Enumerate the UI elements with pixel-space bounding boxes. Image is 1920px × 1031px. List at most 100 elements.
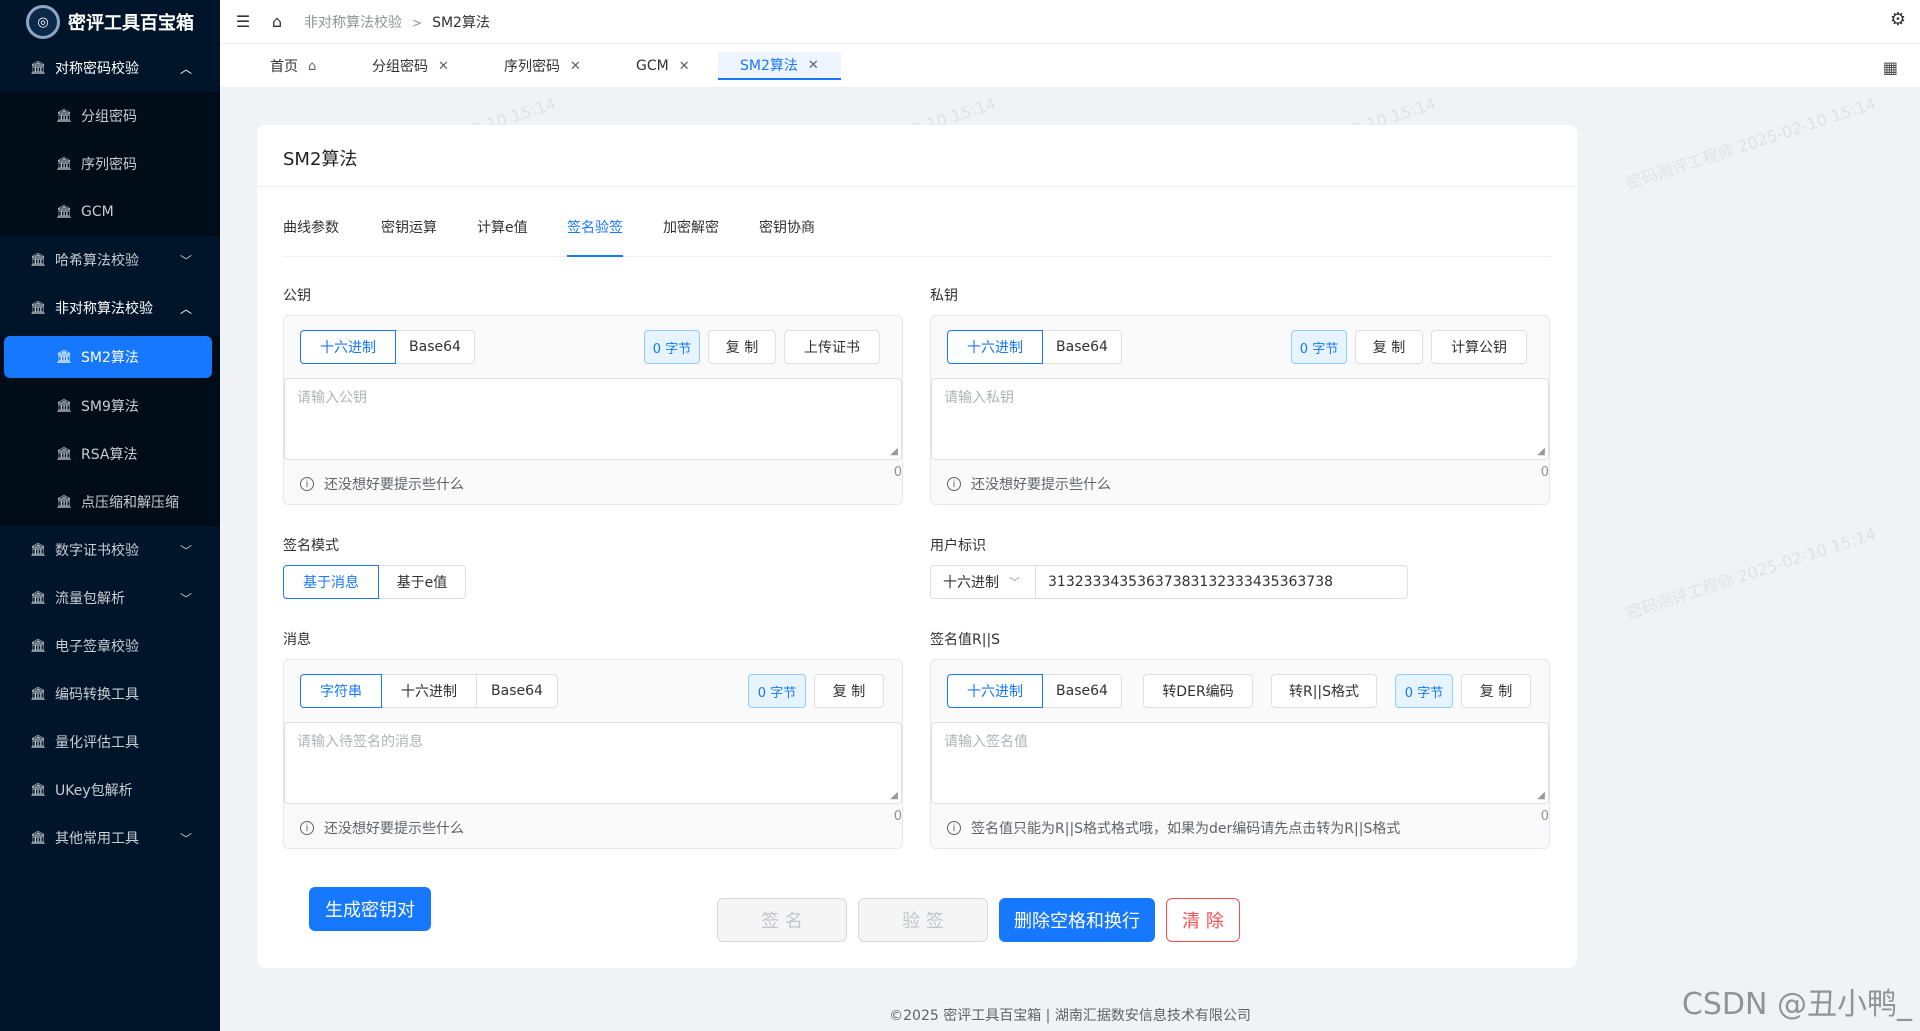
breadcrumb-parent[interactable]: 非对称算法校验	[304, 15, 402, 31]
user-id-input[interactable]: 31323334353637383132333435363738	[1036, 565, 1408, 599]
signature-label: 签名值R||S	[930, 632, 1001, 648]
clear-button[interactable]: 清 除	[1166, 898, 1240, 942]
sign-mode-label: 签名模式	[283, 538, 339, 554]
public-key-input[interactable]: 请输入公钥 ◢	[284, 378, 902, 460]
card-title: SM2算法	[257, 125, 1577, 187]
close-icon[interactable]: ✕	[570, 59, 581, 74]
tab-sign-verify[interactable]: 签名验签	[567, 217, 623, 257]
footer: ©2025 密评工具百宝箱 | 湖南汇据数安信息技术有限公司	[889, 1008, 1251, 1024]
bank-icon: 🏛	[56, 108, 73, 124]
to-der-button[interactable]: 转DER编码	[1143, 674, 1253, 708]
breadcrumb-separator: >	[412, 15, 423, 30]
message-string-option[interactable]: 字符串	[300, 674, 382, 708]
signature-char-count: 0	[1540, 809, 1549, 824]
signature-base64-option[interactable]: Base64	[1042, 674, 1122, 708]
close-icon[interactable]: ✕	[679, 59, 690, 74]
strip-whitespace-button[interactable]: 删除空格和换行	[999, 898, 1155, 942]
public-key-copy-button[interactable]: 复 制	[708, 330, 776, 364]
function-tabs: 曲线参数 密钥运算 计算e值 签名验签 加密解密 密钥协商	[283, 217, 1551, 257]
public-key-base64-option[interactable]: Base64	[395, 330, 475, 364]
signature-input[interactable]: 请输入签名值 ◢	[931, 722, 1549, 804]
sign-mode-message-option[interactable]: 基于消息	[283, 565, 379, 599]
menu-seal[interactable]: 🏛 电子签章校验	[0, 622, 220, 670]
resize-icon[interactable]: ◢	[890, 446, 898, 457]
bank-icon: 🏛	[30, 782, 47, 798]
chevron-down-icon: ﹀	[179, 253, 192, 268]
chevron-down-icon: ﹀	[179, 831, 192, 846]
message-copy-button[interactable]: 复 制	[814, 674, 884, 708]
sidebar-item-sm2[interactable]: 🏛 SM2算法	[4, 336, 212, 378]
private-key-input[interactable]: 请输入私钥 ◢	[931, 378, 1549, 460]
home-icon[interactable]: ⌂	[264, 9, 290, 35]
public-key-panel: 十六进制 Base64 0 字节 复 制 上传证书 请输入公钥 ◢ 0 i 还没想好…	[283, 315, 903, 505]
bank-icon: 🏛	[56, 204, 73, 220]
private-key-copy-button[interactable]: 复 制	[1355, 330, 1423, 364]
calc-public-key-button[interactable]: 计算公钥	[1431, 330, 1527, 364]
private-key-hex-option[interactable]: 十六进制	[947, 330, 1043, 364]
sign-mode-e-option[interactable]: 基于e值	[378, 565, 466, 599]
private-key-hint: i 还没想好要提示些什么	[947, 474, 1111, 494]
bank-icon: 🏛	[56, 349, 73, 365]
menu-hash[interactable]: 🏛 哈希算法校验 ﹀	[0, 236, 220, 284]
sidebar-item-gcm[interactable]: 🏛 GCM	[0, 188, 220, 236]
verify-button[interactable]: 验 签	[858, 898, 988, 942]
resize-icon[interactable]: ◢	[1537, 446, 1545, 457]
bank-icon: 🏛	[30, 590, 47, 606]
public-key-char-count: 0	[893, 465, 902, 480]
sidebar-item-point-compress[interactable]: 🏛 点压缩和解压缩	[0, 478, 220, 526]
bank-icon: 🏛	[56, 156, 73, 172]
upload-cert-button[interactable]: 上传证书	[784, 330, 880, 364]
tab-key-exchange[interactable]: 密钥协商	[759, 217, 815, 257]
tab-sm2[interactable]: SM2算法 ✕	[718, 52, 841, 80]
close-icon[interactable]: ✕	[438, 59, 449, 74]
gear-icon[interactable]: ⚙	[1890, 9, 1906, 30]
submenu-symmetric: 🏛 分组密码 🏛 序列密码 🏛 GCM	[0, 92, 220, 236]
tab-calc-e[interactable]: 计算e值	[477, 217, 528, 257]
tab-stream-cipher[interactable]: 序列密码 ✕	[504, 52, 581, 80]
chevron-down-icon: ﹀	[1009, 576, 1020, 589]
info-icon: i	[947, 477, 961, 491]
sidebar-item-stream-cipher[interactable]: 🏛 序列密码	[0, 140, 220, 188]
chevron-up-icon: ︿	[179, 301, 192, 316]
sidebar-item-sm9[interactable]: 🏛 SM9算法	[0, 382, 220, 430]
chevron-up-icon: ︿	[179, 61, 192, 76]
menu-quant[interactable]: 🏛 量化评估工具	[0, 718, 220, 766]
sidebar-item-rsa[interactable]: 🏛 RSA算法	[0, 430, 220, 478]
tab-gcm[interactable]: GCM ✕	[636, 52, 690, 80]
menu-symmetric[interactable]: 🏛 对称密码校验 ︿	[0, 44, 220, 92]
public-key-hex-option[interactable]: 十六进制	[300, 330, 396, 364]
signature-panel: 十六进制 Base64 转DER编码 转R||S格式 0 字节 复 制 请输入签…	[930, 659, 1550, 849]
resize-icon[interactable]: ◢	[1537, 790, 1545, 801]
generate-keypair-button[interactable]: 生成密钥对	[309, 887, 431, 931]
user-id-encoding-select[interactable]: 十六进制 ﹀	[930, 565, 1036, 599]
tab-block-cipher[interactable]: 分组密码 ✕	[372, 52, 449, 80]
sidebar-item-block-cipher[interactable]: 🏛 分组密码	[0, 92, 220, 140]
message-label: 消息	[283, 632, 311, 648]
message-hex-option[interactable]: 十六进制	[381, 674, 477, 708]
private-key-base64-option[interactable]: Base64	[1042, 330, 1122, 364]
message-input[interactable]: 请输入待签名的消息 ◢	[284, 722, 902, 804]
message-base64-option[interactable]: Base64	[476, 674, 558, 708]
private-key-panel: 十六进制 Base64 0 字节 复 制 计算公钥 请输入私钥 ◢ 0 i 还没想好…	[930, 315, 1550, 505]
grid-icon[interactable]: ▦	[1883, 58, 1898, 77]
close-icon[interactable]: ✕	[808, 58, 819, 73]
menu-encoding[interactable]: 🏛 编码转换工具	[0, 670, 220, 718]
to-rs-button[interactable]: 转R||S格式	[1271, 674, 1377, 708]
tab-home[interactable]: 首页 ⌂	[270, 52, 316, 80]
bank-icon: 🏛	[30, 830, 47, 846]
menu-cert[interactable]: 🏛 数字证书校验 ﹀	[0, 526, 220, 574]
menu-fold-icon[interactable]: ☰	[230, 9, 256, 35]
tab-key-ops[interactable]: 密钥运算	[381, 217, 437, 257]
menu-ukey[interactable]: 🏛 UKey包解析	[0, 766, 220, 814]
signature-hex-option[interactable]: 十六进制	[947, 674, 1043, 708]
signature-copy-button[interactable]: 复 制	[1461, 674, 1531, 708]
logo-icon: ◎	[26, 5, 60, 39]
tab-encrypt-decrypt[interactable]: 加密解密	[663, 217, 719, 257]
tab-curve-params[interactable]: 曲线参数	[283, 217, 339, 257]
sign-button[interactable]: 签 名	[717, 898, 847, 942]
menu-pcap[interactable]: 🏛 流量包解析 ﹀	[0, 574, 220, 622]
resize-icon[interactable]: ◢	[890, 790, 898, 801]
menu-asymmetric[interactable]: 🏛 非对称算法校验 ︿	[0, 284, 220, 332]
menu-other[interactable]: 🏛 其他常用工具 ﹀	[0, 814, 220, 862]
bank-icon: 🏛	[30, 638, 47, 654]
